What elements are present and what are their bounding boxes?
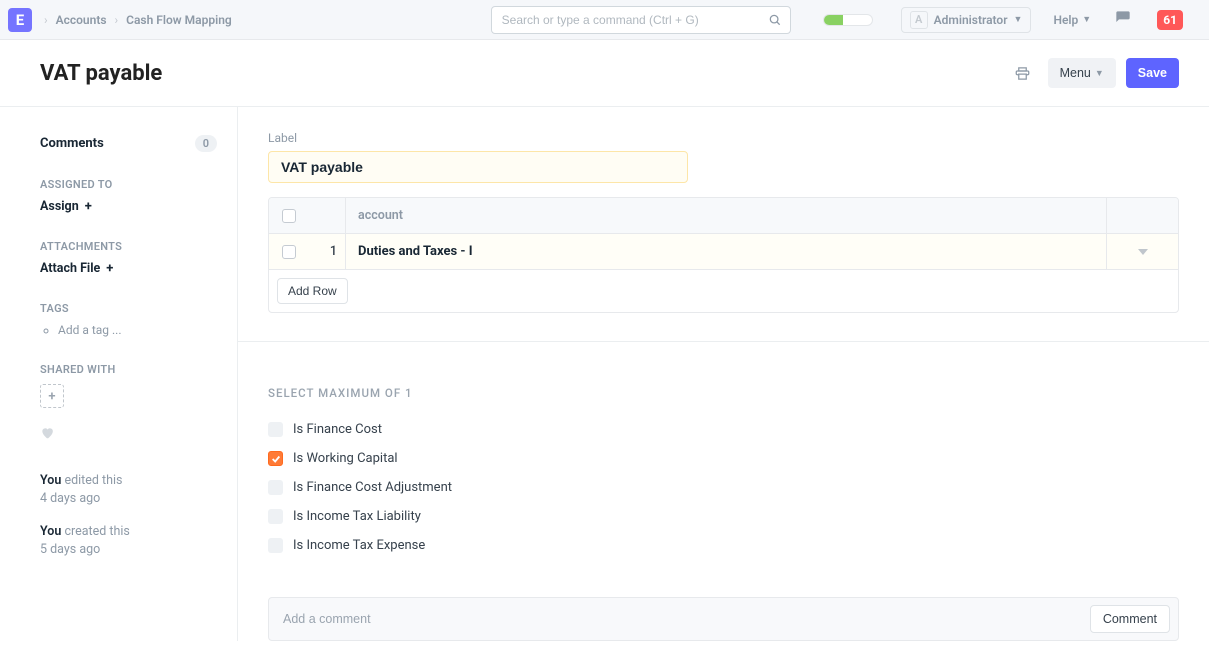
check-is-income-tax-liability[interactable]: Is Income Tax Liability bbox=[268, 509, 1179, 524]
app-logo[interactable]: E bbox=[8, 8, 32, 32]
accounts-grid: account 1 Duties and Taxes - I Add Row bbox=[268, 197, 1179, 313]
comments-count: 0 bbox=[195, 135, 217, 152]
grid-header-menu bbox=[1106, 198, 1178, 233]
shared-with-label: SHARED WITH bbox=[40, 363, 217, 376]
help-label: Help bbox=[1053, 13, 1078, 27]
assign-label: Assign bbox=[40, 199, 79, 214]
plus-icon: + bbox=[85, 199, 92, 214]
checkbox-icon[interactable] bbox=[268, 480, 283, 495]
checkbox-icon[interactable] bbox=[268, 422, 283, 437]
page-title: VAT payable bbox=[40, 61, 1008, 86]
plus-icon: + bbox=[106, 261, 113, 276]
breadcrumb-cash-flow-mapping[interactable]: Cash Flow Mapping bbox=[126, 13, 232, 27]
check-label: Is Finance Cost Adjustment bbox=[293, 480, 452, 495]
menu-button[interactable]: Menu ▼ bbox=[1048, 58, 1116, 88]
main-form: Label account 1 Duties and Taxes - I Ad bbox=[237, 107, 1209, 641]
print-button[interactable] bbox=[1008, 58, 1038, 88]
attach-file-button[interactable]: Attach File + bbox=[40, 261, 217, 276]
check-is-working-capital[interactable]: Is Working Capital bbox=[268, 451, 1179, 466]
label-input[interactable] bbox=[268, 151, 688, 183]
check-is-finance-cost-adjustment[interactable]: Is Finance Cost Adjustment bbox=[268, 480, 1179, 495]
chevron-right-icon: › bbox=[115, 13, 119, 27]
comment-button[interactable]: Comment bbox=[1090, 605, 1170, 633]
chevron-down-icon: ▼ bbox=[1082, 14, 1091, 25]
sidebar-comments[interactable]: Comments 0 bbox=[40, 135, 217, 152]
save-button[interactable]: Save bbox=[1126, 58, 1179, 88]
select-all-checkbox[interactable] bbox=[282, 209, 296, 223]
comment-composer: Comment bbox=[268, 597, 1179, 641]
label-caption: Label bbox=[268, 131, 1179, 145]
chevron-right-icon: › bbox=[44, 13, 48, 27]
add-share-button[interactable]: + bbox=[40, 384, 64, 408]
check-label: Is Finance Cost bbox=[293, 422, 382, 437]
check-is-finance-cost[interactable]: Is Finance Cost bbox=[268, 422, 1179, 437]
row-menu[interactable] bbox=[1106, 234, 1178, 269]
check-label: Is Income Tax Liability bbox=[293, 509, 421, 524]
global-search[interactable] bbox=[491, 6, 791, 34]
tags-label: TAGS bbox=[40, 302, 217, 315]
help-menu[interactable]: Help ▼ bbox=[1053, 13, 1091, 27]
check-is-income-tax-expense[interactable]: Is Income Tax Expense bbox=[268, 538, 1179, 553]
chevron-down-icon: ▼ bbox=[1014, 14, 1023, 25]
attachments-label: ATTACHMENTS bbox=[40, 240, 217, 253]
comments-label: Comments bbox=[40, 136, 104, 151]
attach-label: Attach File bbox=[40, 261, 100, 276]
assigned-to-label: ASSIGNED TO bbox=[40, 178, 217, 191]
search-input[interactable] bbox=[502, 13, 768, 27]
checkbox-icon[interactable] bbox=[268, 538, 283, 553]
row-index: 1 bbox=[309, 234, 345, 269]
menu-label: Menu bbox=[1060, 66, 1091, 80]
user-menu[interactable]: A Administrator ▼ bbox=[901, 7, 1032, 33]
breadcrumb-accounts[interactable]: Accounts bbox=[56, 13, 107, 27]
select-maximum-caption: SELECT MAXIMUM OF 1 bbox=[268, 386, 1179, 400]
checkbox-icon[interactable] bbox=[268, 509, 283, 524]
col-account: account bbox=[346, 198, 1106, 233]
setup-progress[interactable] bbox=[823, 14, 873, 26]
grid-header: account bbox=[269, 198, 1178, 234]
navbar: E › Accounts › Cash Flow Mapping A Admin… bbox=[0, 0, 1209, 40]
notification-badge[interactable]: 61 bbox=[1157, 10, 1183, 30]
add-tag-button[interactable]: Add a tag ... bbox=[58, 323, 217, 337]
add-row-button[interactable]: Add Row bbox=[277, 278, 348, 304]
chat-icon[interactable] bbox=[1115, 10, 1131, 30]
sidebar: Comments 0 ASSIGNED TO Assign + ATTACHME… bbox=[0, 107, 237, 641]
checkbox-icon[interactable] bbox=[268, 451, 283, 466]
timeline-entry: You created this 5 days ago bbox=[40, 523, 217, 558]
comment-input[interactable] bbox=[277, 608, 1090, 630]
check-label: Is Income Tax Expense bbox=[293, 538, 425, 553]
search-icon bbox=[768, 13, 782, 27]
row-checkbox[interactable] bbox=[282, 245, 296, 259]
check-label: Is Working Capital bbox=[293, 451, 398, 466]
row-account[interactable]: Duties and Taxes - I bbox=[346, 234, 1106, 269]
user-name: Administrator bbox=[934, 13, 1008, 27]
chevron-down-icon: ▼ bbox=[1095, 68, 1104, 78]
timeline-entry: You edited this 4 days ago bbox=[40, 472, 217, 507]
page-header: VAT payable Menu ▼ Save bbox=[0, 40, 1209, 107]
assign-button[interactable]: Assign + bbox=[40, 199, 217, 214]
table-row[interactable]: 1 Duties and Taxes - I bbox=[269, 234, 1178, 270]
like-button[interactable] bbox=[40, 426, 217, 444]
setup-progress-fill bbox=[824, 15, 843, 25]
user-avatar: A bbox=[910, 11, 928, 29]
